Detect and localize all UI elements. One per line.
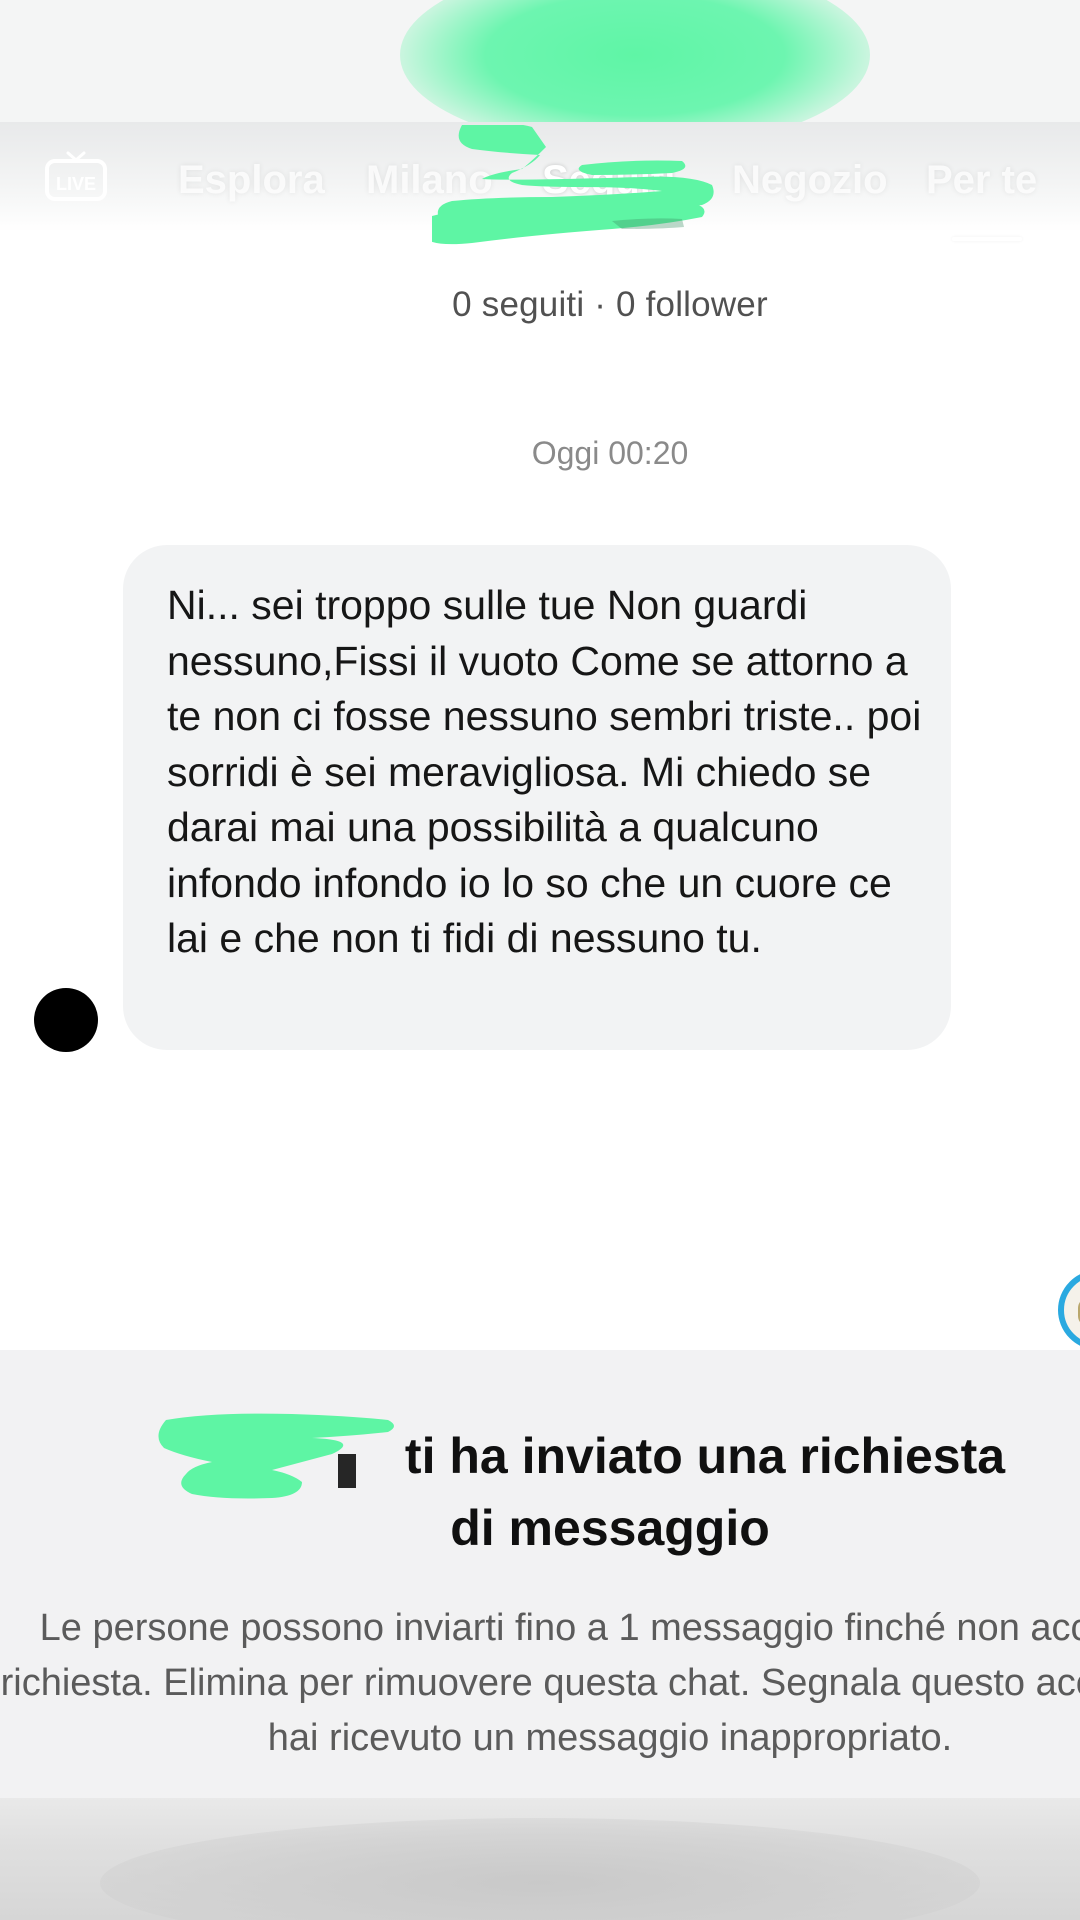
bottom-bar-blur <box>100 1818 980 1920</box>
username-censor-scribble <box>158 1413 394 1499</box>
live-label: LIVE <box>56 174 96 194</box>
avatar[interactable] <box>34 988 98 1052</box>
active-tab-indicator <box>952 237 1022 241</box>
message-text: Ni... sei troppo sulle tue Non guardi ne… <box>167 582 922 961</box>
message-timestamp: Oggi 00:20 <box>531 435 689 471</box>
request-description: Le persone possono inviarti fino a 1 mes… <box>0 1607 1080 1759</box>
tab-per-te[interactable]: Per te <box>926 158 1037 203</box>
follow-stats: 0 seguiti · 0 follower <box>452 285 768 324</box>
live-tv-icon[interactable]: LIVE <box>44 150 108 202</box>
request-title-line2: di messaggio <box>450 1500 770 1556</box>
status-bar <box>0 0 1080 122</box>
seen-avatar[interactable] <box>1058 1270 1080 1350</box>
status-censor-blur <box>400 0 870 122</box>
name-censor-scribble <box>432 125 714 245</box>
bottom-bar <box>0 1798 1080 1920</box>
tab-esplora[interactable]: Esplora <box>178 158 325 203</box>
chat-screen: LIVE Esplora Milano Seguiti Negozio Per … <box>0 0 1080 1920</box>
request-title-line1-text: ti ha inviato una richiesta <box>404 1428 1006 1484</box>
